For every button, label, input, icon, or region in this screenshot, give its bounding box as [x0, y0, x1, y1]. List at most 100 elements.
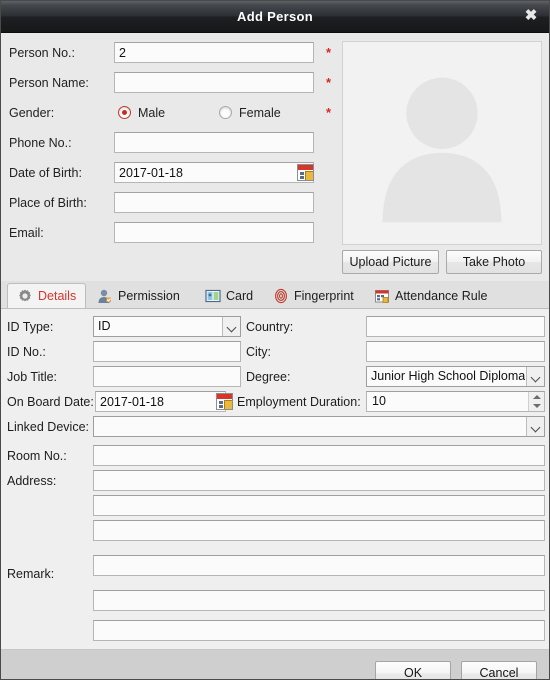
- select-linked-device[interactable]: [93, 416, 545, 437]
- ok-button[interactable]: OK: [375, 661, 451, 679]
- tab-label: Card: [226, 289, 254, 303]
- tab-label: Permission: [118, 289, 180, 303]
- upload-picture-button[interactable]: Upload Picture: [342, 250, 439, 274]
- tab-permission[interactable]: Permission: [87, 283, 190, 308]
- tab-card[interactable]: Card: [195, 283, 263, 308]
- label-date-of-birth: Date of Birth:: [9, 166, 82, 180]
- field-person-no: Person No.: *: [1, 41, 336, 65]
- input-person-no[interactable]: [114, 42, 314, 63]
- input-remark-line[interactable]: [93, 495, 545, 516]
- label-room-no: Room No.:: [7, 449, 67, 463]
- photo-preview[interactable]: [342, 41, 542, 245]
- label-linked-device: Linked Device:: [7, 420, 89, 434]
- label-city: City:: [246, 345, 271, 359]
- tab-label: Fingerprint: [294, 289, 354, 303]
- close-icon[interactable]: ✖: [519, 5, 543, 27]
- dialog-footer: OK Cancel: [1, 650, 549, 679]
- person-icon: [97, 288, 113, 304]
- stepper-value: 10: [372, 394, 386, 408]
- label-id-no: ID No.:: [7, 345, 46, 359]
- label-country: Country:: [246, 320, 294, 334]
- input-remark-line[interactable]: [93, 555, 545, 576]
- card-icon: [205, 288, 221, 304]
- tab-attendance-rule[interactable]: Attendance Rule: [364, 283, 497, 308]
- tab-details[interactable]: Details: [7, 283, 87, 308]
- input-city[interactable]: [366, 341, 545, 362]
- label-on-board-date: On Board Date:: [7, 395, 94, 409]
- input-id-no[interactable]: [93, 341, 241, 362]
- row-id-no-city: ID No.: City:: [1, 340, 549, 364]
- field-place-of-birth: Place of Birth:: [1, 191, 336, 215]
- label-female: Female: [239, 106, 281, 120]
- field-date-of-birth: Date of Birth:: [1, 161, 336, 185]
- input-on-board-date[interactable]: [95, 391, 226, 412]
- chevron-down-icon: [526, 367, 544, 386]
- input-remark-line[interactable]: [93, 590, 545, 611]
- input-place-of-birth[interactable]: [114, 192, 314, 213]
- avatar-placeholder-icon: [382, 77, 502, 223]
- calendar-icon: [374, 288, 390, 304]
- required-marker: *: [326, 75, 332, 90]
- input-room-no[interactable]: [93, 445, 545, 466]
- gear-icon: [17, 288, 33, 304]
- select-id-type[interactable]: ID: [93, 316, 241, 337]
- select-degree[interactable]: Junior High School Diploma: [366, 366, 545, 387]
- input-phone-no[interactable]: [114, 132, 314, 153]
- field-person-name: Person Name: *: [1, 71, 336, 95]
- cancel-button[interactable]: Cancel: [461, 661, 537, 679]
- add-person-dialog: Add Person ✖ Person No.: * Person Name: …: [0, 0, 550, 680]
- calendar-icon[interactable]: [297, 164, 314, 181]
- row-job-title-degree: Job Title: Degree: Junior High School Di…: [1, 365, 549, 389]
- field-email: Email:: [1, 221, 336, 245]
- fingerprint-icon: [273, 288, 289, 304]
- input-job-title[interactable]: [93, 366, 241, 387]
- input-country[interactable]: [366, 316, 545, 337]
- label-remark: Remark:: [7, 567, 55, 581]
- select-id-type-value: ID: [98, 319, 111, 333]
- radio-female[interactable]: [219, 106, 232, 119]
- field-gender: Gender: Male Female *: [1, 101, 336, 125]
- tab-label: Attendance Rule: [395, 289, 488, 303]
- label-degree: Degree:: [246, 370, 291, 384]
- radio-male[interactable]: [118, 106, 131, 119]
- required-marker: *: [326, 45, 332, 60]
- input-remark-line[interactable]: [93, 520, 545, 541]
- stepper-employment-duration[interactable]: 10: [366, 391, 545, 412]
- label-job-title: Job Title:: [7, 370, 58, 384]
- details-panel: ID Type: ID Country: ID No.: City: Job T…: [1, 309, 549, 650]
- field-phone-no: Phone No.:: [1, 131, 336, 155]
- person-basic-form: Person No.: * Person Name: * Gender: Mal…: [1, 33, 549, 281]
- tab-label: Details: [38, 289, 77, 303]
- input-email[interactable]: [114, 222, 314, 243]
- label-employment-duration: Employment Duration:: [237, 395, 361, 409]
- stepper-arrows-icon[interactable]: [528, 392, 544, 411]
- required-marker: *: [326, 105, 332, 120]
- row-onboard-employment: On Board Date: Employment Duration: 10: [1, 390, 549, 414]
- input-date-of-birth[interactable]: [114, 162, 314, 183]
- dialog-title: Add Person: [237, 9, 313, 24]
- label-address: Address:: [7, 474, 57, 488]
- label-person-no: Person No.:: [9, 46, 76, 60]
- row-address: Address:: [1, 469, 549, 493]
- label-email: Email:: [9, 226, 44, 240]
- tab-fingerprint[interactable]: Fingerprint: [263, 283, 364, 308]
- calendar-icon[interactable]: [216, 393, 233, 410]
- label-gender: Gender:: [9, 106, 55, 120]
- input-address[interactable]: [93, 470, 545, 491]
- dialog-titlebar: Add Person ✖: [1, 1, 549, 33]
- take-photo-button[interactable]: Take Photo: [446, 250, 542, 274]
- label-id-type: ID Type:: [7, 320, 54, 334]
- chevron-down-icon: [222, 317, 240, 336]
- label-person-name: Person Name:: [9, 76, 89, 90]
- chevron-down-icon: [526, 417, 544, 436]
- row-id-type-country: ID Type: ID Country:: [1, 315, 549, 339]
- label-male: Male: [138, 106, 166, 120]
- tabstrip: Details Permission Card Fingerprint Atte: [1, 281, 549, 309]
- input-person-name[interactable]: [114, 72, 314, 93]
- row-room-no: Room No.:: [1, 444, 549, 468]
- label-place-of-birth: Place of Birth:: [9, 196, 87, 210]
- row-linked-device: Linked Device:: [1, 415, 549, 439]
- select-degree-value: Junior High School Diploma: [371, 369, 526, 383]
- input-remark-line[interactable]: [93, 620, 545, 641]
- label-phone-no: Phone No.:: [9, 136, 72, 150]
